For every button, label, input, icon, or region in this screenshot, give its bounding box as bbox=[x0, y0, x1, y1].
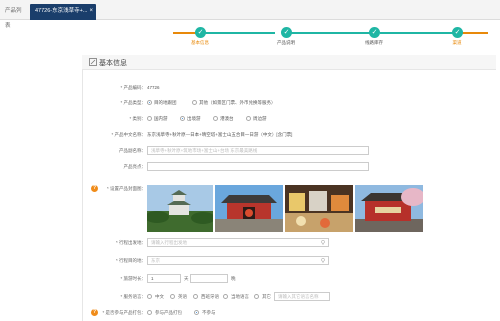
lang-checkbox-3[interactable] bbox=[193, 294, 198, 299]
step-check-icon[interactable]: ✓ bbox=[452, 27, 463, 38]
cover-photo-2[interactable] bbox=[215, 185, 283, 232]
panel-title: 基本信息 bbox=[99, 60, 127, 67]
feature-input[interactable] bbox=[147, 162, 369, 171]
tour-option-2: 出境游 bbox=[187, 116, 201, 121]
temple-photo-image bbox=[215, 185, 283, 232]
departure-placeholder: 请输入行程出发地 bbox=[151, 240, 187, 245]
cover-photo-1[interactable] bbox=[147, 185, 213, 232]
step-connector-1 bbox=[200, 32, 275, 34]
close-icon[interactable]: × bbox=[89, 4, 93, 19]
package-label: * 是否参与产品打包： bbox=[102, 310, 146, 315]
step-connector-tail bbox=[462, 32, 488, 34]
package-option-1: 参与产品打包 bbox=[155, 310, 182, 315]
product-id-value: 47726 bbox=[147, 85, 160, 90]
tour-type-label: * 类别： bbox=[129, 116, 146, 121]
product-type-option-1: 目的地跟团 bbox=[154, 100, 177, 105]
step-check-icon[interactable]: ✓ bbox=[369, 27, 380, 38]
step-connector-3 bbox=[380, 32, 456, 34]
step-label-inventory: 线路库存 bbox=[365, 40, 383, 45]
step-label-basic: 基本信息 bbox=[191, 40, 209, 45]
lang-checkbox-2[interactable] bbox=[170, 294, 175, 299]
product-name-label: * 产品中文名称： bbox=[111, 132, 146, 137]
product-name-value: 东京浅草寺+秋叶原—日本+晴空塔+富士山五合目一日游（中文）[含门票] bbox=[147, 132, 293, 137]
lang-option-2: 英语 bbox=[178, 294, 187, 299]
product-id-label: * 产品编码： bbox=[120, 85, 146, 90]
step-label-description: 产品说明 bbox=[277, 40, 295, 45]
cover-photo-3[interactable] bbox=[285, 185, 353, 232]
market-photo-image bbox=[285, 185, 353, 232]
destination-placeholder: 东京 bbox=[151, 258, 160, 263]
tour-option-3: 港澳台 bbox=[220, 116, 234, 121]
cover-photo-4[interactable] bbox=[355, 185, 423, 232]
location-pin-icon bbox=[321, 258, 325, 263]
destination-input[interactable]: 东京 bbox=[147, 256, 329, 265]
lang-checkbox-5[interactable] bbox=[254, 294, 259, 299]
step-label-channel: 渠道 bbox=[452, 40, 462, 45]
lang-checkbox-4[interactable] bbox=[223, 294, 228, 299]
step-check-icon[interactable]: ✓ bbox=[281, 27, 292, 38]
lang-option-1: 中文 bbox=[155, 294, 164, 299]
days-unit: 天 bbox=[184, 276, 189, 281]
lang-option-4: 当地语言 bbox=[231, 294, 249, 299]
subname-label: 产品副名称： bbox=[119, 148, 146, 153]
tour-radio-1[interactable] bbox=[147, 116, 152, 121]
tour-radio-2[interactable] bbox=[180, 116, 185, 121]
tab-active-product[interactable]: 47726-东京浅草寺+... × bbox=[30, 4, 96, 20]
castle-photo-image bbox=[147, 185, 213, 232]
pagoda-photo-image bbox=[355, 185, 423, 232]
product-type-option-2: 其他（如景区门票、外币兑换等服务） bbox=[199, 100, 276, 105]
package-option-2: 不参与 bbox=[202, 310, 216, 315]
photos-label: * 设置产品封面图： bbox=[106, 186, 146, 191]
panel-header: 基本信息 bbox=[82, 55, 496, 70]
tour-option-4: 周边游 bbox=[253, 116, 267, 121]
departure-input[interactable]: 请输入行程出发地 bbox=[147, 238, 329, 247]
product-type-label: * 产品类型： bbox=[120, 100, 146, 105]
tour-option-1: 国内游 bbox=[154, 116, 168, 121]
duration-days-input[interactable]: 1 bbox=[147, 274, 181, 283]
tab-bar: 产品列表 47726-东京浅草寺+... × bbox=[0, 0, 500, 29]
tour-radio-3[interactable] bbox=[213, 116, 218, 121]
other-language-input[interactable]: 请输入其它语言名称 bbox=[274, 292, 330, 301]
departure-label: * 行程出发地： bbox=[115, 240, 146, 245]
feature-label: 产品亮点： bbox=[123, 164, 147, 169]
subname-input[interactable]: 浅草寺+秋叶原+筑地市场+富士山+台场 东京最美路线 bbox=[147, 146, 369, 155]
product-type-radio-2[interactable] bbox=[192, 100, 197, 105]
nights-unit: 晚 bbox=[231, 276, 236, 281]
destination-label: * 行程目的地： bbox=[115, 258, 146, 263]
progress-steps: ✓ ✓ ✓ ✓ 基本信息 产品说明 线路库存 渠道 bbox=[0, 22, 500, 50]
tab-active-label: 47726-东京浅草寺+... bbox=[35, 8, 88, 14]
step-connector-2 bbox=[286, 32, 370, 34]
package-radio-1[interactable] bbox=[147, 310, 152, 315]
duration-label: * 旅游时长： bbox=[120, 276, 146, 281]
edit-icon bbox=[89, 58, 97, 66]
duration-nights-input[interactable] bbox=[190, 274, 228, 283]
step-check-icon[interactable]: ✓ bbox=[195, 27, 206, 38]
lang-option-3: 西班牙语 bbox=[201, 294, 219, 299]
tour-radio-4[interactable] bbox=[246, 116, 251, 121]
package-radio-2[interactable] bbox=[194, 310, 199, 315]
product-type-radio-1[interactable] bbox=[147, 100, 152, 105]
location-pin-icon bbox=[321, 240, 325, 245]
service-language-label: * 服务语言： bbox=[120, 294, 146, 299]
lang-option-5: 其它 bbox=[262, 294, 271, 299]
lang-checkbox-1[interactable] bbox=[147, 294, 152, 299]
tab-product-list[interactable]: 产品列表 bbox=[0, 4, 30, 29]
